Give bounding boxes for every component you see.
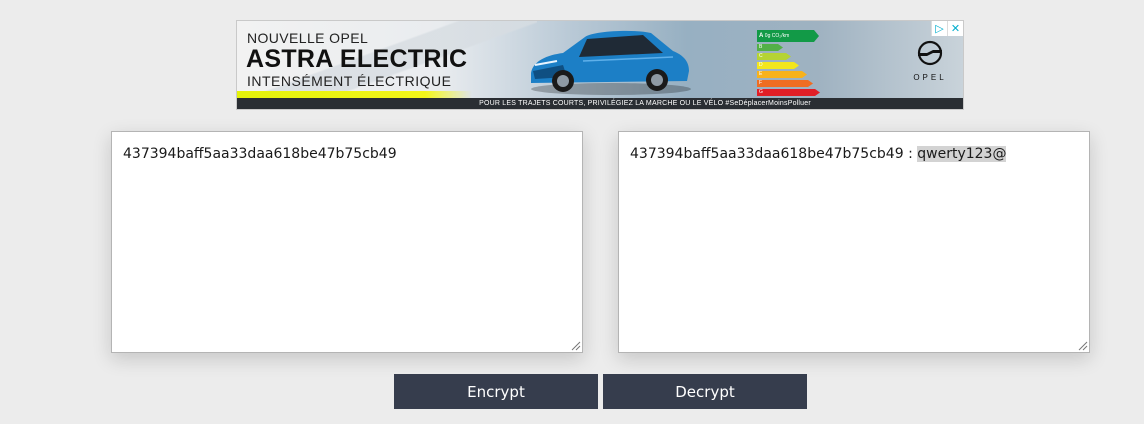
opel-logo: OPEL (905, 39, 955, 89)
opel-wordmark: OPEL (913, 73, 947, 82)
energy-label: A 0g CO₂/km B C D E F G (757, 30, 827, 96)
ad-close-icon[interactable]: ✕ (947, 21, 963, 36)
opel-blitz-icon (917, 40, 943, 66)
encrypt-button[interactable]: Encrypt (394, 374, 598, 409)
result-output-textarea[interactable]: 437394baff5aa33daa618be47b75cb49 : qwert… (618, 131, 1090, 353)
ad-footer-notice: POUR LES TRAJETS COURTS, PRIVILÉGIEZ LA … (237, 98, 963, 109)
result-separator: : (903, 146, 918, 162)
energy-bar-f: F (757, 80, 813, 87)
energy-bar-a: A 0g CO₂/km (757, 30, 819, 42)
ad-banner[interactable]: NOUVELLE OPEL ASTRA ELECTRIC INTENSÉMENT… (236, 20, 964, 110)
ad-headline-small: NOUVELLE OPEL (247, 30, 369, 46)
energy-bar-g: G (757, 89, 820, 96)
car-image (531, 30, 691, 95)
energy-bar-c: C (757, 53, 791, 60)
ad-choices[interactable]: ▷ ✕ (931, 21, 963, 36)
decrypt-button[interactable]: Decrypt (603, 374, 807, 409)
ad-tagline: INTENSÉMENT ÉLECTRIQUE (247, 73, 452, 89)
adchoices-icon[interactable]: ▷ (931, 21, 947, 36)
result-hash: 437394baff5aa33daa618be47b75cb49 (630, 146, 904, 162)
resize-grip-icon[interactable] (1076, 339, 1088, 351)
energy-bar-b: B (757, 44, 783, 51)
energy-bar-e: E (757, 71, 807, 78)
resize-grip-icon[interactable] (569, 339, 581, 351)
ad-headline-main: ASTRA ELECTRIC (246, 45, 468, 73)
energy-bar-d: D (757, 62, 799, 69)
result-plaintext: qwerty123@ (917, 146, 1007, 162)
hash-input-textarea[interactable]: 437394baff5aa33daa618be47b75cb49 (111, 131, 583, 353)
hash-input-value: 437394baff5aa33daa618be47b75cb49 (123, 146, 397, 162)
page: NOUVELLE OPEL ASTRA ELECTRIC INTENSÉMENT… (0, 0, 1144, 424)
